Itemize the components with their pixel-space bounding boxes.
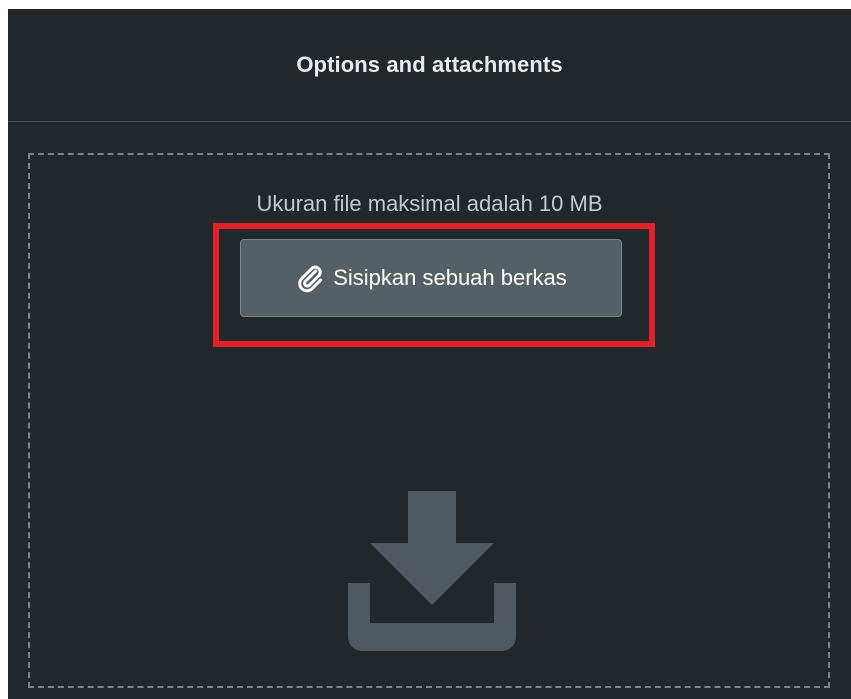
options-attachments-panel: Options and attachments Ukuran file maks… bbox=[8, 9, 851, 699]
attach-file-button[interactable]: Sisipkan sebuah berkas bbox=[240, 239, 622, 317]
paperclip-icon bbox=[298, 265, 323, 293]
download-icon bbox=[348, 491, 516, 651]
panel-title: Options and attachments bbox=[296, 52, 563, 77]
max-file-size-note: Ukuran file maksimal adalah 10 MB bbox=[256, 191, 603, 216]
panel-header: Options and attachments bbox=[8, 9, 851, 122]
attach-file-label: Sisipkan sebuah berkas bbox=[333, 265, 567, 290]
